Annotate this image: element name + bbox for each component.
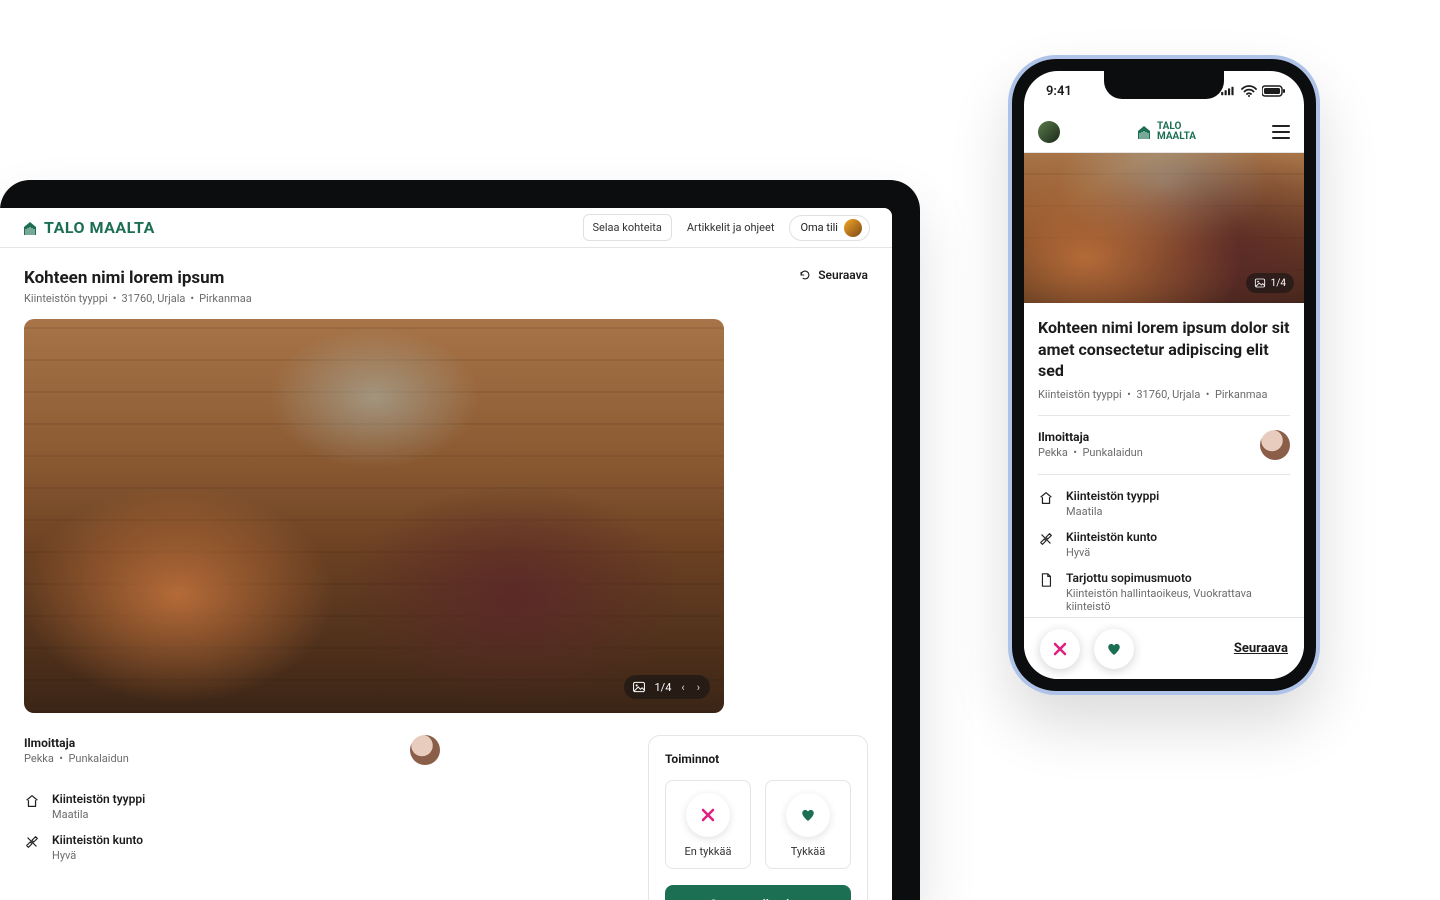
image-icon — [1254, 277, 1266, 289]
listing-title: Kohteen nimi lorem ipsum — [24, 268, 252, 288]
mobile-like-button[interactable] — [1094, 629, 1134, 669]
photo-counter: 1/4 — [654, 681, 671, 694]
spec-row: Kiinteistön tyyppi Maatila — [24, 792, 440, 821]
listing-meta: Kiinteistön tyyppi•31760, Urjala•Pirkanm… — [24, 292, 252, 305]
mobile-spec-list: Kiinteistön tyyppi Maatila Kiinteistön kun… — [1038, 475, 1290, 617]
house-icon — [1136, 124, 1152, 140]
mobile-hero-image[interactable]: 1/4 — [1024, 153, 1304, 303]
mobile-avatar[interactable] — [1038, 121, 1060, 143]
actions-title: Toiminnot — [665, 752, 851, 766]
mobile-listing-title: Kohteen nimi lorem ipsum dolor sit amet … — [1038, 317, 1290, 382]
battery-icon — [1262, 84, 1286, 98]
spec-key: Tarjottu sopimusmuoto — [1066, 571, 1290, 585]
mobile-advertiser-avatar[interactable] — [1260, 430, 1290, 460]
photo-counter-pill: 1/4 ‹ › — [624, 675, 710, 699]
photo-icon — [24, 319, 724, 713]
heart-icon — [799, 806, 817, 824]
laptop-frame: TALO MAALTA Selaa kohteita Artikkelit ja… — [0, 180, 920, 900]
wifi-icon — [1241, 84, 1257, 98]
avatar-icon — [844, 219, 862, 237]
doc-icon — [1038, 572, 1054, 588]
heart-icon — [1105, 640, 1123, 658]
listing-hero-image[interactable]: 1/4 ‹ › — [24, 319, 724, 713]
advertiser-avatar[interactable] — [410, 735, 440, 765]
phone-frame: 9:41 TALOMAALTA — [1008, 55, 1320, 695]
chevron-right-icon[interactable]: › — [695, 681, 702, 694]
actions-card: Toiminnot En tykkää Tykkää Seuraava — [648, 735, 868, 900]
next-link[interactable]: Seuraava — [798, 268, 868, 282]
mobile-footer: Seuraava — [1024, 617, 1304, 679]
desktop-viewport: TALO MAALTA Selaa kohteita Artikkelit ja… — [0, 208, 892, 900]
desktop-nav: Selaa kohteita Artikkelit ja ohjeet Oma … — [583, 214, 870, 241]
x-icon — [699, 806, 717, 824]
nav-account-label: Oma tili — [800, 221, 838, 234]
status-time: 9:41 — [1046, 84, 1072, 99]
spec-value: Kiinteistön hallintaoikeus, Vuokrattava … — [1066, 587, 1290, 613]
tools-icon — [1038, 531, 1054, 547]
refresh-icon — [798, 268, 812, 282]
mobile-next-link[interactable]: Seuraava — [1234, 641, 1288, 656]
mobile-advertiser-block: Ilmoittaja Pekka • Punkalaidun — [1038, 416, 1290, 475]
mobile-listing-meta: Kiinteistön tyyppi • 31760, Urjala • Pir… — [1038, 388, 1290, 416]
mobile-brand-logo[interactable]: TALOMAALTA — [1136, 122, 1196, 142]
spec-row: Tarjottu sopimusmuoto Kiinteistön hallint… — [1038, 571, 1290, 613]
spec-value: Hyvä — [1066, 546, 1157, 559]
brand-text: TALO MAALTA — [44, 218, 155, 237]
spec-value: Maatila — [52, 808, 145, 821]
nav-account[interactable]: Oma tili — [789, 215, 870, 241]
next-listing-button[interactable]: Seuraava ilmoitus — [665, 885, 851, 900]
mobile-header: TALOMAALTA — [1024, 111, 1304, 153]
desktop-header: TALO MAALTA Selaa kohteita Artikkelit ja… — [0, 208, 892, 248]
nav-browse[interactable]: Selaa kohteita — [583, 214, 672, 241]
spec-row: Kiinteistön kunto Hyvä — [24, 833, 440, 862]
spec-key: Kiinteistön tyyppi — [52, 792, 145, 806]
like-button[interactable]: Tykkää — [765, 780, 851, 869]
spec-key: Kiinteistön kunto — [52, 833, 143, 847]
spec-value: Maatila — [1066, 505, 1159, 518]
chevron-left-icon[interactable]: ‹ — [679, 681, 686, 694]
home-icon — [24, 793, 40, 809]
spec-key: Kiinteistön tyyppi — [1066, 489, 1159, 503]
tools-icon — [24, 834, 40, 850]
nav-articles[interactable]: Artikkelit ja ohjeet — [678, 215, 784, 240]
mobile-dislike-button[interactable] — [1040, 629, 1080, 669]
home-icon — [1038, 490, 1054, 506]
dislike-button[interactable]: En tykkää — [665, 780, 751, 869]
brand-logo[interactable]: TALO MAALTA — [22, 218, 155, 237]
advertiser-label: Ilmoittaja — [24, 736, 129, 750]
spec-key: Kiinteistön kunto — [1066, 530, 1157, 544]
spec-value: Hyvä — [52, 849, 143, 862]
advertiser-meta: Pekka • Punkalaidun — [24, 752, 129, 765]
phone-notch — [1104, 71, 1224, 99]
mobile-photo-counter: 1/4 — [1246, 273, 1294, 293]
menu-icon[interactable] — [1272, 125, 1290, 139]
x-icon — [1051, 640, 1069, 658]
spec-row: Kiinteistön kunto Hyvä — [1038, 530, 1290, 559]
image-icon — [632, 680, 646, 694]
spec-row: Kiinteistön tyyppi Maatila — [1038, 489, 1290, 518]
advertiser-block: Ilmoittaja Pekka • Punkalaidun — [24, 735, 440, 774]
desktop-spec-list: Kiinteistön tyyppi Maatila Kiinteistön kun… — [24, 792, 440, 862]
house-icon — [22, 220, 38, 236]
